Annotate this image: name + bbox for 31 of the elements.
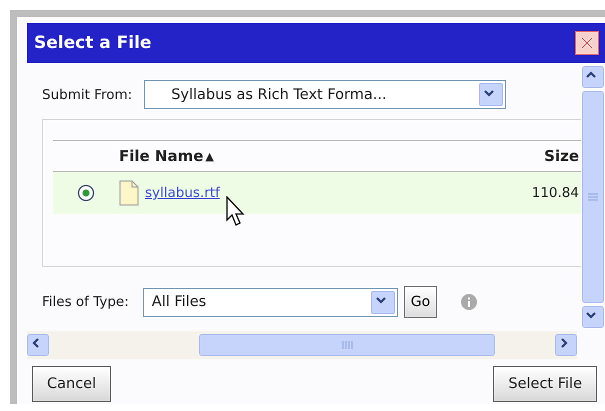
file-link[interactable]: syllabus.rtf [145, 185, 220, 201]
sort-indicator: ▲ [205, 150, 214, 162]
file-row[interactable]: syllabus.rtf 110.84 [53, 172, 581, 214]
scroll-left-button[interactable] [27, 334, 49, 356]
submit-from-label: Submit From: [42, 86, 132, 102]
select-file-button[interactable]: Select File [493, 366, 597, 402]
radio-button[interactable] [77, 184, 95, 202]
scroll-up-button[interactable] [582, 66, 604, 88]
mouse-pointer-icon [226, 196, 246, 228]
chevron-right-icon [562, 339, 566, 347]
chevron-down-icon [485, 90, 494, 94]
submit-from-dropdown[interactable]: Syllabus as Rich Text Forma... [144, 80, 506, 109]
chevron-down-icon [376, 298, 385, 302]
go-button[interactable]: Go [404, 286, 438, 318]
close-button[interactable] [575, 31, 599, 55]
document-icon [119, 180, 139, 206]
scroll-thumb[interactable] [582, 91, 604, 303]
column-header[interactable]: File Name [119, 147, 204, 165]
scroll-thumb[interactable] [199, 334, 495, 356]
column-header[interactable]: Size [521, 147, 581, 165]
chevron-up-icon [587, 73, 595, 77]
window-title: Select a File [34, 33, 152, 53]
scroll-right-button[interactable] [555, 334, 577, 356]
cancel-button[interactable]: Cancel [32, 366, 112, 402]
scroll-down-button[interactable] [582, 306, 604, 328]
close-icon [579, 35, 595, 51]
chevron-down-icon [587, 313, 595, 317]
file-type-dropdown[interactable]: All Files [142, 288, 398, 316]
file-size: 110.84 [530, 185, 580, 201]
files-of-type-label: Files of Type: [42, 294, 129, 310]
chevron-left-icon [34, 339, 38, 347]
